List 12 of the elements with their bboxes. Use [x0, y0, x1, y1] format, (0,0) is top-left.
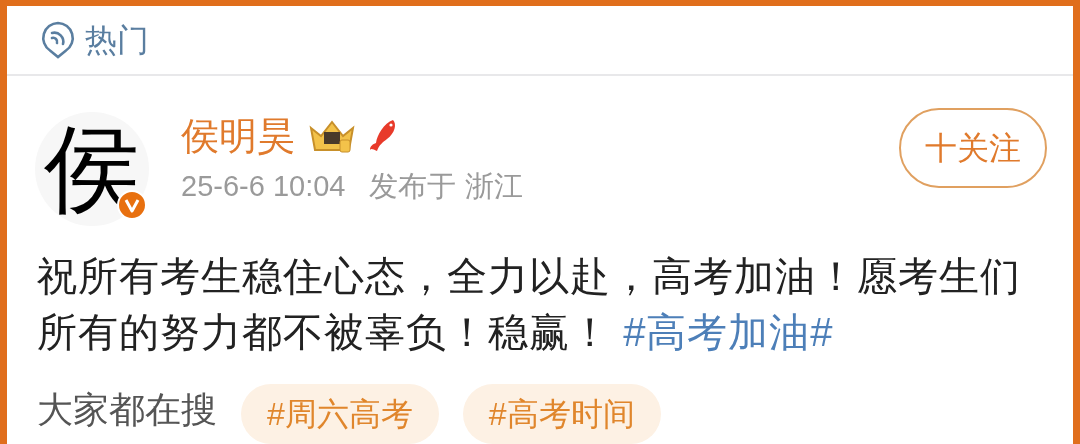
section-title: 热门	[85, 24, 149, 56]
search-tag[interactable]: #高考时间	[462, 384, 661, 444]
post-text: 祝所有考生稳住心态，全力以赴，高考加油！愿考生们所有的努力都不被辜负！稳赢！ #高考加油#	[37, 253, 1022, 356]
author-name[interactable]: 侯明昊	[181, 117, 295, 155]
hot-feed-icon	[39, 20, 77, 60]
hashtag-link[interactable]: #高考加油#	[623, 310, 834, 354]
post-location: 发布于 浙江	[369, 172, 523, 201]
follow-button[interactable]: 十关注	[899, 108, 1047, 188]
avatar: 侯	[35, 112, 149, 226]
search-tag[interactable]: #周六高考	[241, 384, 439, 444]
post-time: 25-6-6 10:04	[181, 172, 346, 201]
trending-label: 大家都在搜	[37, 392, 217, 428]
